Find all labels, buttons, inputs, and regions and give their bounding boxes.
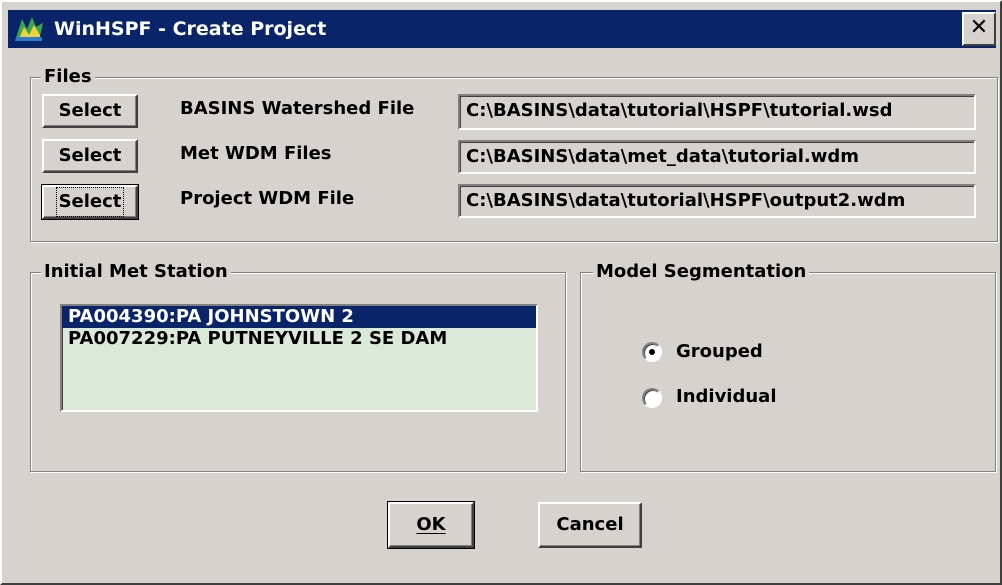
radio-selected-dot-icon xyxy=(649,349,655,355)
grouped-radio-label[interactable]: Grouped xyxy=(676,341,763,362)
winhspf-app-icon xyxy=(12,13,46,45)
title-bar[interactable]: WinHSPF - Create Project ✕ xyxy=(8,10,996,48)
close-icon: ✕ xyxy=(969,15,989,40)
project-wdm-file-field[interactable]: C:\BASINS\data\tutorial\HSPF\output2.wdm xyxy=(458,184,976,218)
window-title: WinHSPF - Create Project xyxy=(54,18,327,40)
select-watershed-file-button[interactable]: Select xyxy=(42,94,138,128)
watershed-file-field[interactable]: C:\BASINS\data\tutorial\HSPF\tutorial.ws… xyxy=(458,94,976,130)
project-wdm-file-label: Project WDM File xyxy=(180,188,355,209)
select-project-wdm-button[interactable]: Select xyxy=(41,184,139,220)
ok-button-label: OK xyxy=(416,514,446,535)
select-button-label: Select xyxy=(58,145,122,166)
met-wdm-files-label: Met WDM Files xyxy=(180,143,332,164)
select-button-label: Select xyxy=(58,100,122,121)
grouped-radio[interactable] xyxy=(642,342,662,362)
create-project-dialog: WinHSPF - Create Project ✕ Files Select … xyxy=(0,0,1002,585)
watershed-file-label: BASINS Watershed File xyxy=(180,98,415,119)
initial-met-station-label: Initial Met Station xyxy=(41,260,231,284)
select-button-label: Select xyxy=(55,187,125,217)
individual-radio-label[interactable]: Individual xyxy=(676,386,777,407)
model-segmentation-label: Model Segmentation xyxy=(593,260,810,284)
cancel-button[interactable]: Cancel xyxy=(538,502,642,548)
individual-radio[interactable] xyxy=(642,388,662,408)
files-group-label: Files xyxy=(41,65,95,89)
met-station-list[interactable]: PA004390:PA JOHNSTOWN 2 PA007229:PA PUTN… xyxy=(60,304,538,412)
close-button[interactable]: ✕ xyxy=(962,12,996,46)
model-segmentation-group: Model Segmentation xyxy=(580,260,996,472)
select-met-wdm-button[interactable]: Select xyxy=(42,139,138,173)
met-wdm-files-field[interactable]: C:\BASINS\data\met_data\tutorial.wdm xyxy=(458,140,976,174)
list-item[interactable]: PA007229:PA PUTNEYVILLE 2 SE DAM xyxy=(62,328,536,350)
ok-button[interactable]: OK xyxy=(387,501,475,549)
cancel-button-label: Cancel xyxy=(556,514,624,535)
list-item[interactable]: PA004390:PA JOHNSTOWN 2 xyxy=(62,306,536,328)
